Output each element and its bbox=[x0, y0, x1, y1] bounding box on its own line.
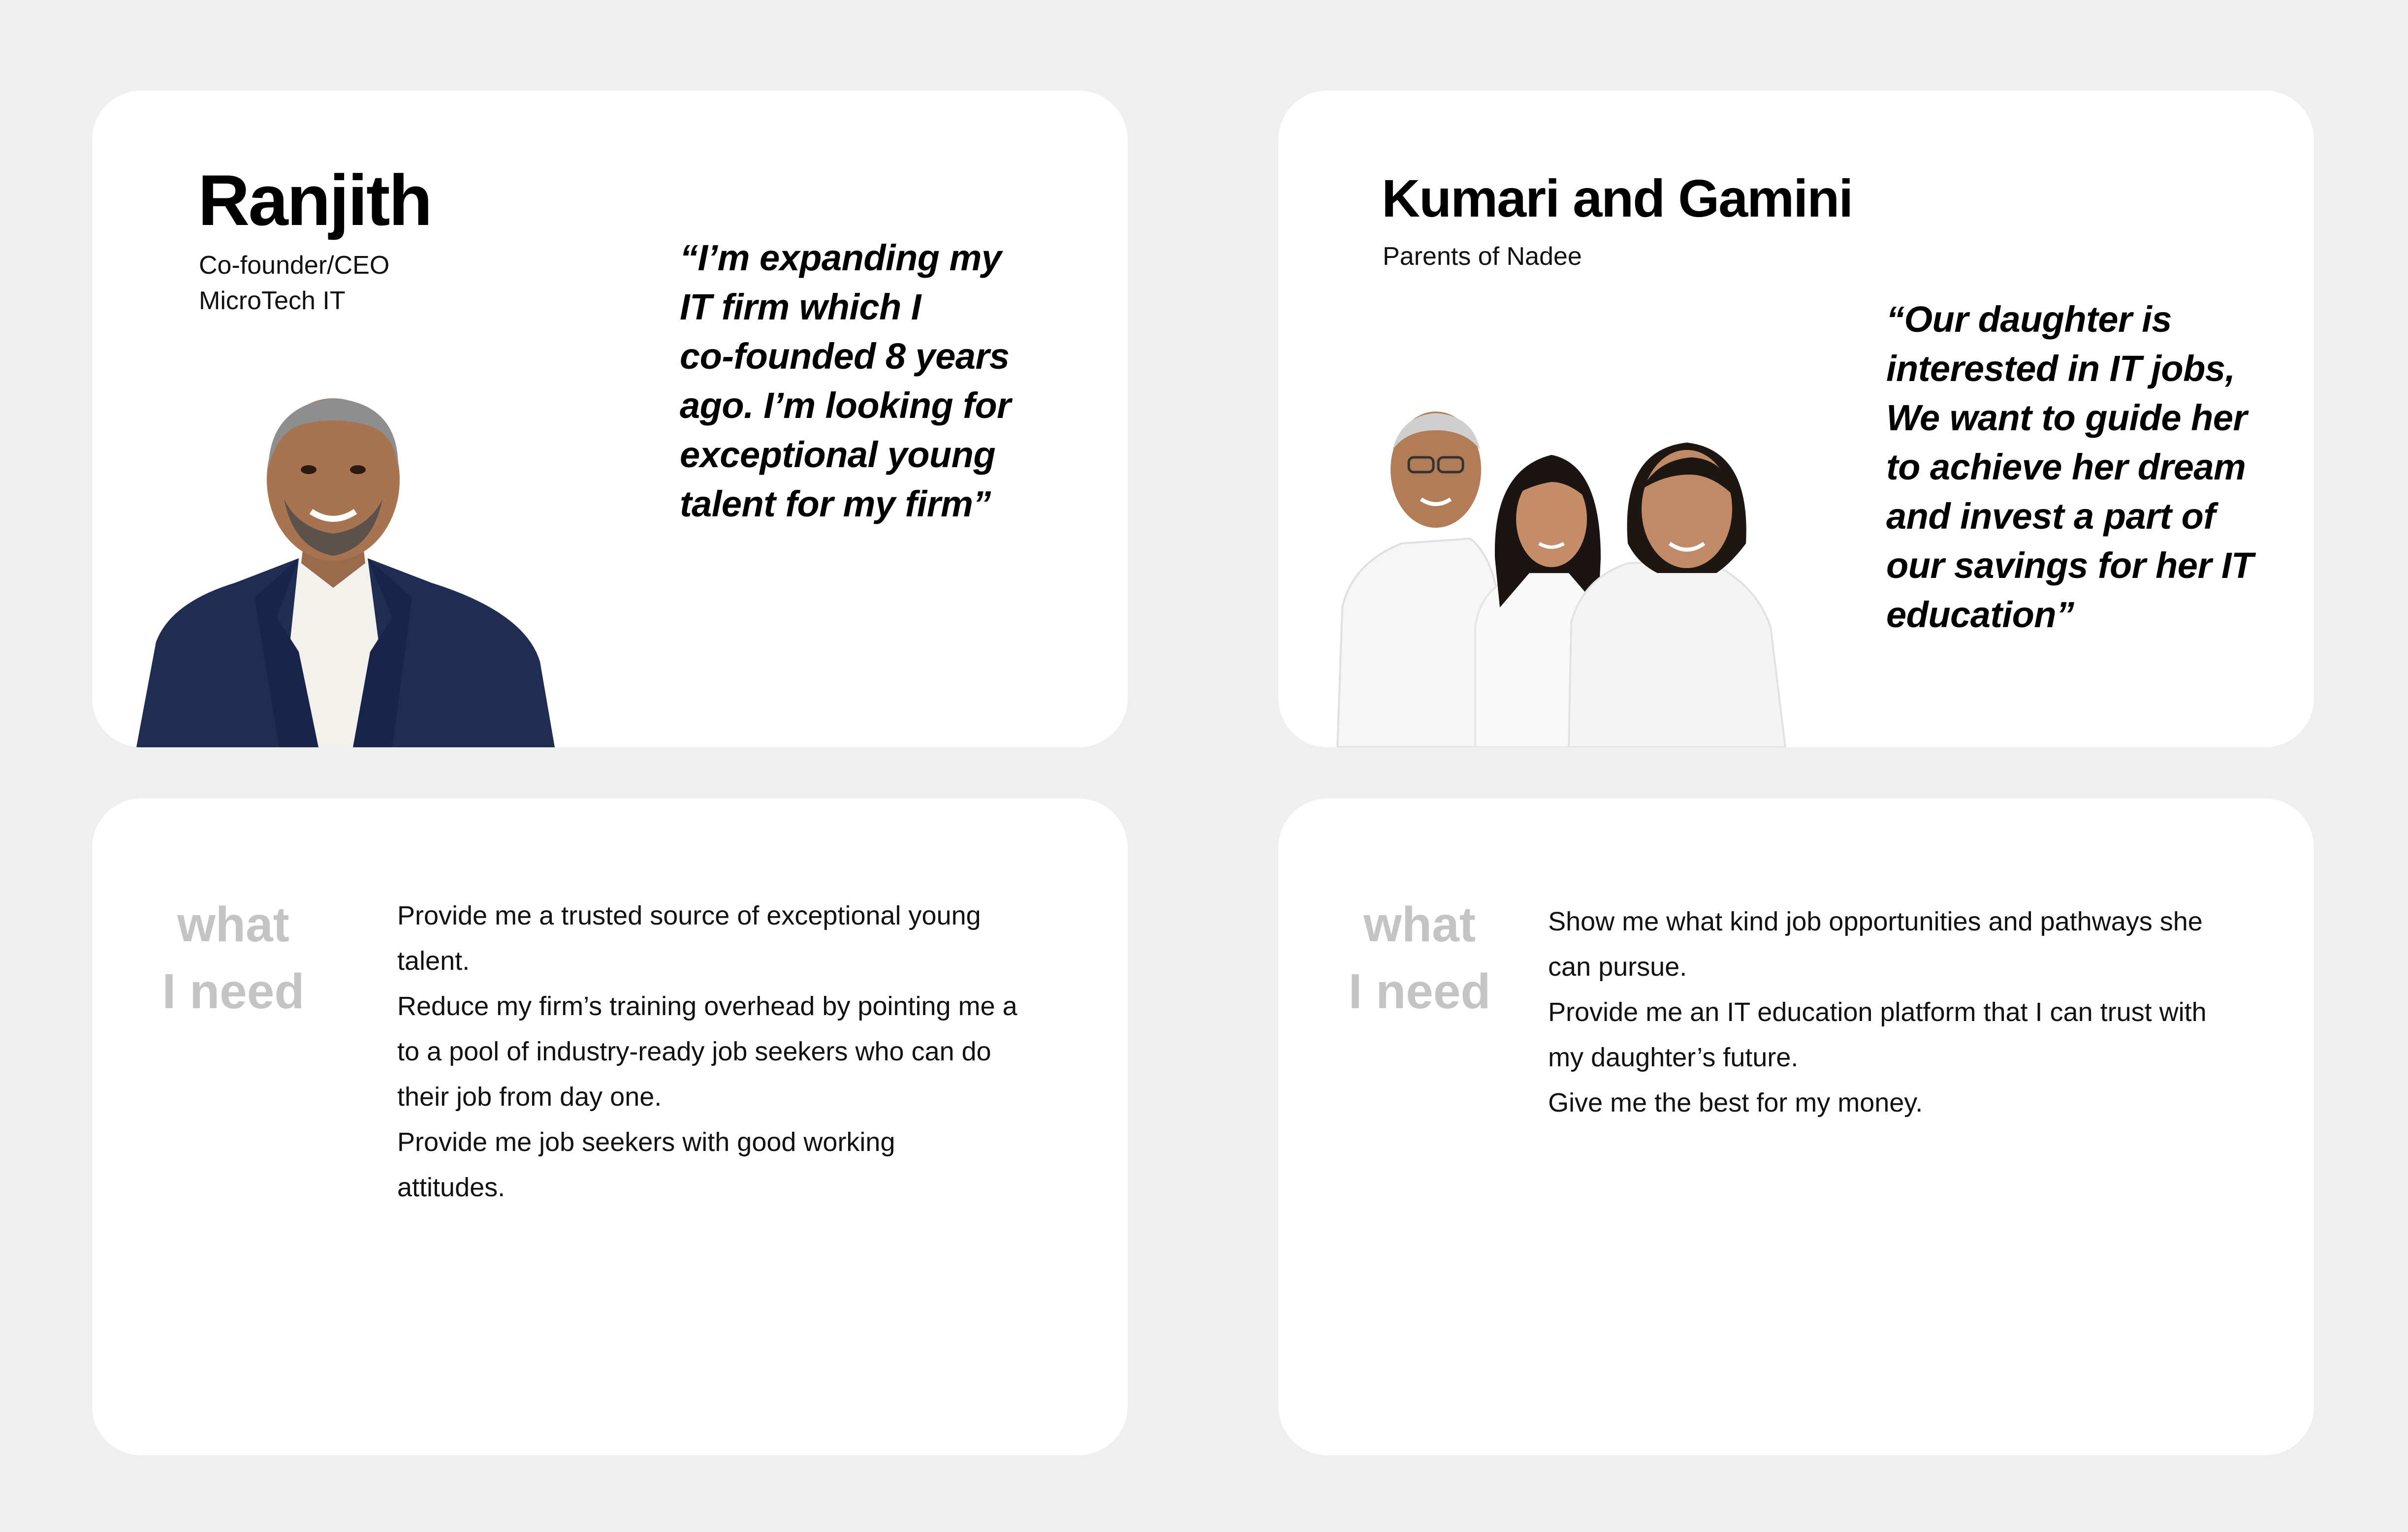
persona-card-parents: Kumari and Gamini Parents of Nadee “Our … bbox=[1278, 91, 2314, 747]
need-label-line: I need bbox=[162, 964, 305, 1019]
needs-card-parents: what I need Show me what kind job opport… bbox=[1278, 798, 2314, 1455]
needs-line: to a pool of industry-ready job seekers … bbox=[397, 1037, 991, 1066]
quote-line: “I’m expanding my bbox=[680, 237, 1002, 278]
persona-role: Co-founder/CEO bbox=[199, 251, 390, 280]
persona-quote: “Our daughter is interested in IT jobs, … bbox=[1886, 295, 2253, 639]
quote-line: to achieve her dream bbox=[1886, 447, 2246, 487]
need-label-line: what bbox=[1363, 897, 1476, 952]
quote-line: We want to guide her bbox=[1886, 397, 2247, 438]
quote-line: ago. I’m looking for bbox=[680, 385, 1011, 426]
needs-line: Provide me an IT education platform that… bbox=[1548, 997, 2207, 1027]
needs-line: Show me what kind job opportunities and … bbox=[1548, 907, 2203, 936]
needs-line: attitudes. bbox=[397, 1173, 506, 1202]
need-label-line: what bbox=[177, 897, 289, 952]
persona-quote: “I’m expanding my IT firm which I co-fou… bbox=[680, 233, 1011, 529]
quote-line: talent for my firm” bbox=[680, 483, 991, 524]
persona-photo-family bbox=[1336, 412, 1787, 747]
needs-line: their job from day one. bbox=[397, 1082, 662, 1112]
persona-photo-ranjith bbox=[136, 398, 555, 747]
needs-list: Provide me a trusted source of exception… bbox=[397, 893, 1017, 1210]
needs-line: Provide me job seekers with good working bbox=[397, 1127, 895, 1157]
need-label-line: I need bbox=[1348, 964, 1491, 1019]
quote-line: and invest a part of bbox=[1886, 496, 2216, 537]
quote-line: our savings for her IT bbox=[1886, 545, 2253, 586]
needs-list: Show me what kind job opportunities and … bbox=[1548, 899, 2207, 1125]
quote-line: IT firm which I bbox=[680, 287, 921, 327]
needs-line: Provide me a trusted source of exception… bbox=[397, 901, 981, 930]
what-i-need-label: what I need bbox=[1336, 891, 1503, 1025]
persona-company: MicroTech IT bbox=[199, 287, 346, 315]
persona-role: Parents of Nadee bbox=[1383, 242, 1582, 271]
quote-line: interested in IT jobs, bbox=[1886, 348, 2235, 389]
quote-line: education” bbox=[1886, 594, 2074, 635]
needs-line: my daughter’s future. bbox=[1548, 1043, 1799, 1072]
persona-name: Ranjith bbox=[198, 160, 433, 240]
quote-line: co-founded 8 years bbox=[680, 336, 1010, 377]
needs-line: Give me the best for my money. bbox=[1548, 1088, 1923, 1117]
needs-card-ranjith: what I need Provide me a trusted source … bbox=[92, 798, 1128, 1455]
persona-name: Kumari and Gamini bbox=[1382, 168, 1853, 228]
needs-line: can pursue. bbox=[1548, 952, 1687, 982]
needs-line: Reduce my firm’s training overhead by po… bbox=[397, 991, 1017, 1021]
persona-card-ranjith: Ranjith Co-founder/CEO MicroTech IT “I’m… bbox=[92, 91, 1128, 747]
quote-line: exceptional young bbox=[680, 434, 996, 475]
needs-line: talent. bbox=[397, 946, 470, 976]
what-i-need-label: what I need bbox=[150, 891, 317, 1025]
quote-line: “Our daughter is bbox=[1886, 299, 2172, 340]
